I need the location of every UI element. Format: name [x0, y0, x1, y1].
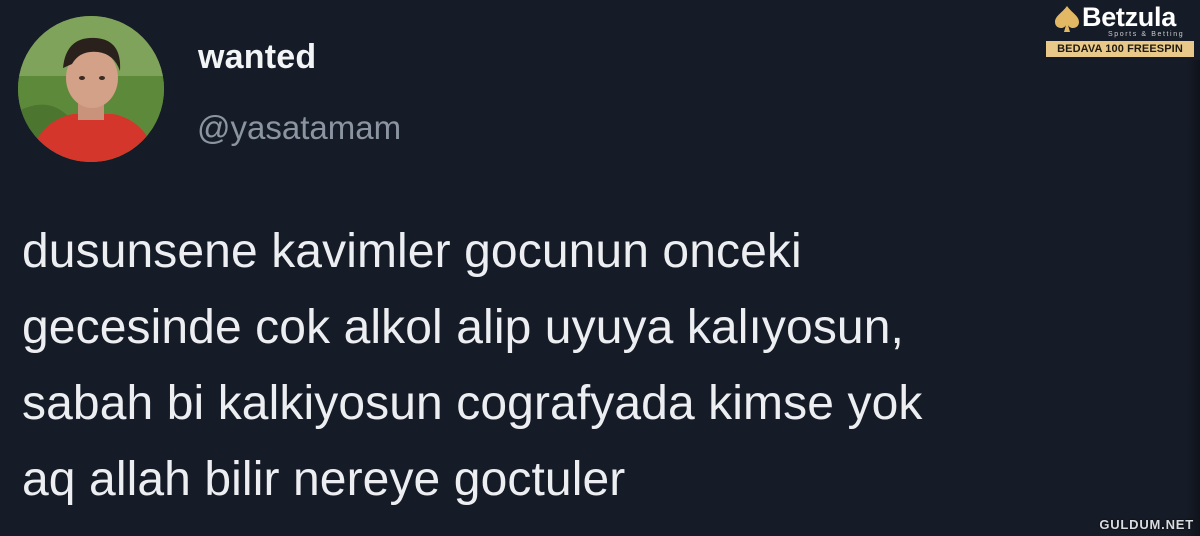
- sponsor-tagline: Sports & Betting: [1108, 31, 1185, 38]
- avatar-photo: [18, 16, 164, 162]
- display-name[interactable]: wanted: [198, 38, 316, 77]
- promo-label[interactable]: BEDAVA 100 FREESPIN: [1046, 41, 1194, 57]
- spade-icon: [1055, 6, 1079, 32]
- sponsor-name: Betzula: [1082, 2, 1176, 32]
- user-handle[interactable]: @yasatamam: [197, 109, 401, 147]
- tweet-text: dusunsene kavimler gocunun onceki gecesi…: [22, 225, 923, 506]
- sponsor-badge[interactable]: Betzula Sports & Betting BEDAVA 100 FREE…: [1046, 2, 1194, 57]
- avatar[interactable]: [18, 16, 164, 162]
- edge-shadow: [1186, 60, 1200, 536]
- site-watermark: GULDUM.NET: [1099, 517, 1194, 532]
- sponsor-logo: Betzula Sports & Betting: [1046, 2, 1194, 38]
